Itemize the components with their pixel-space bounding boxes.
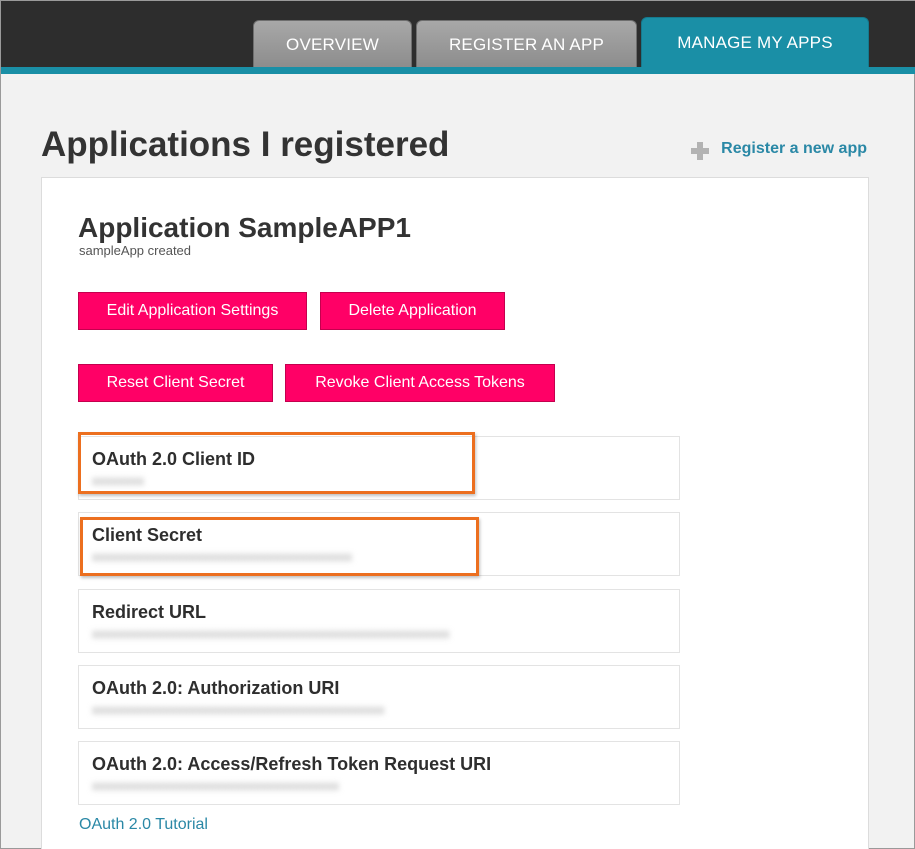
application-title: Application SampleAPP1 [78, 212, 411, 243]
redirect-url-field: Redirect URL xxxxxxxxxxxxxxxxxxxxxxxxxxx… [78, 589, 680, 653]
header-accent-bar [1, 67, 915, 74]
application-subtitle: sampleApp created [79, 243, 192, 258]
client-secret-label: Client Secret [92, 525, 203, 545]
register-new-app-label[interactable]: Register a new app [721, 140, 867, 158]
tab-register-an-app[interactable]: REGISTER AN APP [416, 20, 637, 68]
token-request-uri-value[interactable]: xxxxxxxxxxxxxxxxxxxxxxxxxxxxxxxxxxxxxx [92, 778, 340, 792]
client-id-value[interactable]: xxxxxxxx [92, 473, 154, 488]
authorization-uri-field: OAuth 2.0: Authorization URI xxxxxxxxxxx… [78, 665, 680, 729]
token-request-uri-label: OAuth 2.0: Access/Refresh Token Request … [92, 754, 492, 774]
edit-application-settings-button[interactable]: Edit Application Settings [78, 292, 307, 330]
application-card: Application SampleAPP1 sampleApp created… [41, 177, 869, 849]
top-navigation-bar: OVERVIEW REGISTER AN APP MANAGE MY APPS [1, 1, 915, 74]
authorization-uri-value[interactable]: xxxxxxxxxxxxxxxxxxxxxxxxxxxxxxxxxxxxxxxx… [92, 702, 384, 716]
plus-icon [691, 142, 710, 160]
tab-manage-my-apps[interactable]: MANAGE MY APPS [641, 17, 869, 68]
tab-overview[interactable]: OVERVIEW [253, 20, 412, 68]
client-id-field: OAuth 2.0 Client ID xxxxxxxx [78, 436, 680, 500]
revoke-client-access-tokens-button[interactable]: Revoke Client Access Tokens [285, 364, 555, 402]
client-id-label: OAuth 2.0 Client ID [92, 449, 256, 469]
redirect-url-label: Redirect URL [92, 602, 207, 622]
redirect-url-value[interactable]: xxxxxxxxxxxxxxxxxxxxxxxxxxxxxxxxxxxxxxxx… [92, 626, 470, 640]
authorization-uri-label: OAuth 2.0: Authorization URI [92, 678, 340, 698]
register-new-app-link[interactable]: Register a new app [691, 138, 867, 160]
oauth-tutorial-link[interactable]: OAuth 2.0 Tutorial [79, 816, 208, 834]
client-secret-field: Client Secret xxxxxxxxxxxxxxxxxxxxxxxxxx… [78, 512, 680, 576]
reset-client-secret-button[interactable]: Reset Client Secret [78, 364, 273, 402]
client-secret-value[interactable]: xxxxxxxxxxxxxxxxxxxxxxxxxxxxxxxxxxxxxxxx [92, 549, 374, 563]
token-request-uri-field: OAuth 2.0: Access/Refresh Token Request … [78, 741, 680, 805]
page-title: Applications I registered [41, 125, 450, 164]
delete-application-button[interactable]: Delete Application [320, 292, 505, 330]
